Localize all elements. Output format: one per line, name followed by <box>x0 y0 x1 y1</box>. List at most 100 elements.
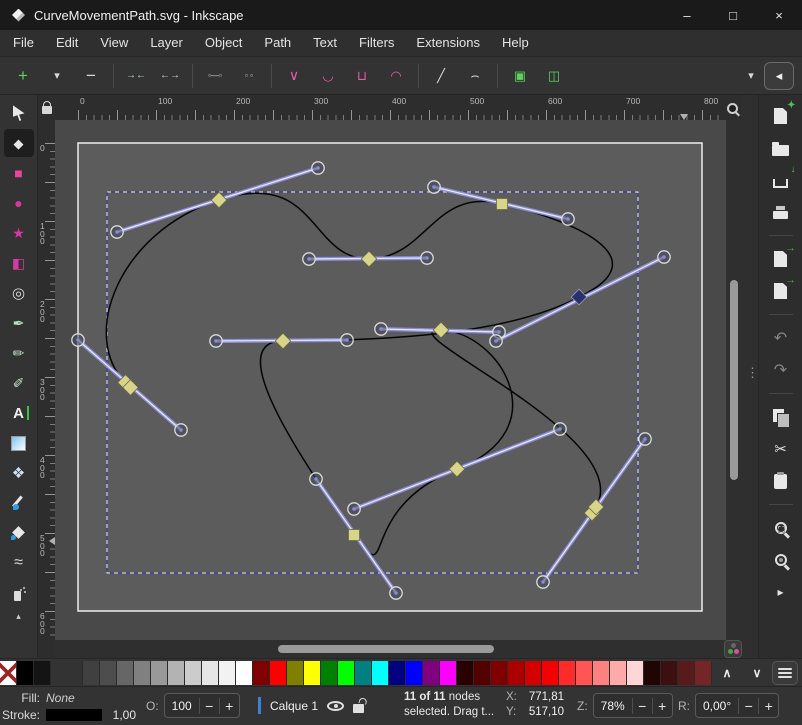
swatch-008080[interactable] <box>355 661 372 685</box>
zoom-value[interactable]: 78% <box>594 699 632 713</box>
swatch-ffffff[interactable] <box>236 661 253 685</box>
ruler-corner[interactable] <box>38 95 55 120</box>
zoom-to-selection-button[interactable] <box>764 515 798 541</box>
swatch-d40000[interactable] <box>525 661 542 685</box>
menu-layer[interactable]: Layer <box>139 30 194 56</box>
stroke-width-value[interactable]: 1,00 <box>102 708 136 722</box>
swatch-ffd5d5[interactable] <box>627 661 644 685</box>
node-symmetric-button[interactable]: ⊔ <box>345 61 379 91</box>
tool-ellipse[interactable]: ● <box>4 189 34 217</box>
swatch-00ff00[interactable] <box>338 661 355 685</box>
swatch-800000[interactable] <box>491 661 508 685</box>
canvas[interactable] <box>55 120 726 640</box>
swatch-cccccc[interactable] <box>185 661 202 685</box>
swatch-808000[interactable] <box>287 661 304 685</box>
swatch-008000[interactable] <box>321 661 338 685</box>
layer-unlocked-icon[interactable] <box>353 704 364 713</box>
swatch-800080[interactable] <box>423 661 440 685</box>
layer-visibility-eye-icon[interactable] <box>327 701 344 711</box>
path-node[interactable] <box>349 530 360 541</box>
tool-rectangle[interactable]: ■ <box>4 159 34 187</box>
swatch-550000[interactable] <box>474 661 491 685</box>
menu-help[interactable]: Help <box>491 30 540 56</box>
swatch-141414[interactable] <box>34 661 51 685</box>
join-with-segment-button[interactable]: ▫—▫ <box>198 61 232 91</box>
palette-scroll-up-button[interactable]: ∧ <box>712 666 742 680</box>
import-button[interactable]: → <box>764 246 798 272</box>
zoom-to-drawing-button[interactable] <box>764 547 798 573</box>
tool-dropper[interactable] <box>4 489 34 517</box>
swatch-808080[interactable] <box>134 661 151 685</box>
opacity-value[interactable]: 100 <box>165 699 199 713</box>
swatch-none[interactable] <box>0 661 17 685</box>
break-nodes-button[interactable]: ←→ <box>153 61 187 91</box>
rotation-increase-button[interactable]: + <box>758 698 778 714</box>
more-options-button[interactable]: ▾ <box>734 61 768 91</box>
swatch-3c1010[interactable] <box>661 661 678 685</box>
swatch-666666[interactable] <box>117 661 134 685</box>
menu-path[interactable]: Path <box>253 30 302 56</box>
tool-pencil[interactable]: ✏ <box>4 339 34 367</box>
swatch-ffaaaa[interactable] <box>610 661 627 685</box>
minimize-button[interactable]: – <box>664 0 710 30</box>
snap-bar-collapse-button[interactable]: ◂ <box>764 62 794 90</box>
swatch-742626[interactable] <box>695 661 712 685</box>
zoom-in-button[interactable]: + <box>652 698 672 714</box>
node-smooth-button[interactable]: ◡ <box>311 61 345 91</box>
duplicate-button[interactable] <box>764 404 798 430</box>
rotation-decrease-button[interactable]: − <box>738 698 758 714</box>
swatch-e6e6e6[interactable] <box>202 661 219 685</box>
tool-spray[interactable] <box>4 579 34 607</box>
swatch-200505[interactable] <box>644 661 661 685</box>
swatch-00ffff[interactable] <box>372 661 389 685</box>
tool-pen[interactable]: ✒ <box>4 309 34 337</box>
close-button[interactable]: × <box>756 0 802 30</box>
opacity-decrease-button[interactable]: − <box>199 698 219 714</box>
print-document-button[interactable] <box>764 199 798 225</box>
horizontal-ruler[interactable]: 0100200300400500600700800 <box>55 95 723 120</box>
tool-spiral[interactable]: ◎ <box>4 279 34 307</box>
tool-selector[interactable] <box>4 99 34 127</box>
quick-zoom-button[interactable] <box>723 98 742 118</box>
stroke-color-swatch[interactable] <box>46 709 102 721</box>
delete-node-button[interactable]: − <box>74 61 108 91</box>
save-document-button[interactable]: ↓ <box>764 167 798 193</box>
opacity-increase-button[interactable]: + <box>219 698 239 714</box>
redo-button[interactable]: ↷ <box>764 357 798 383</box>
swatch-aa0000[interactable] <box>508 661 525 685</box>
tool-calligraphy[interactable]: ✐ <box>4 369 34 397</box>
tool-box-3d[interactable]: ◧ <box>4 249 34 277</box>
swatch-ff5555[interactable] <box>576 661 593 685</box>
swatch-ff0000[interactable] <box>270 661 287 685</box>
object-to-path-button[interactable]: ▣ <box>503 61 537 91</box>
insert-node-options-button[interactable]: ▾ <box>40 61 74 91</box>
paste-button[interactable] <box>764 468 798 494</box>
segment-line-button[interactable]: ╱ <box>424 61 458 91</box>
swatch-999999[interactable] <box>151 661 168 685</box>
delete-segment-button[interactable]: ▫ ▫ <box>232 61 266 91</box>
horizontal-scrollbar-thumb[interactable] <box>278 645 494 653</box>
palette-menu-button[interactable] <box>772 661 798 685</box>
undo-button[interactable]: ↶ <box>764 325 798 351</box>
swatch-2b0000[interactable] <box>457 661 474 685</box>
path-node[interactable] <box>497 199 508 210</box>
zoom-out-button[interactable]: − <box>632 698 652 714</box>
palette-scroll-down-button[interactable]: ∨ <box>742 666 772 680</box>
rotation-value[interactable]: 0,00° <box>696 699 738 713</box>
menu-view[interactable]: View <box>89 30 139 56</box>
swatch-581b1b[interactable] <box>678 661 695 685</box>
vertical-scrollbar[interactable] <box>726 120 742 640</box>
menu-extensions[interactable]: Extensions <box>405 30 491 56</box>
swatch-ff2a2a[interactable] <box>559 661 576 685</box>
menu-filters[interactable]: Filters <box>348 30 405 56</box>
node-auto-button[interactable]: ◠ <box>379 61 413 91</box>
toolbox-scroll-icon[interactable]: ▴ <box>16 611 21 622</box>
export-button[interactable]: → <box>764 278 798 304</box>
open-document-button[interactable] <box>764 135 798 161</box>
tool-text[interactable]: A <box>4 399 34 427</box>
horizontal-scrollbar[interactable] <box>55 640 726 658</box>
tool-tweak[interactable]: ≈ <box>4 549 34 577</box>
insert-node-button[interactable]: + <box>6 61 40 91</box>
menu-edit[interactable]: Edit <box>45 30 89 56</box>
maximize-button[interactable]: □ <box>710 0 756 30</box>
